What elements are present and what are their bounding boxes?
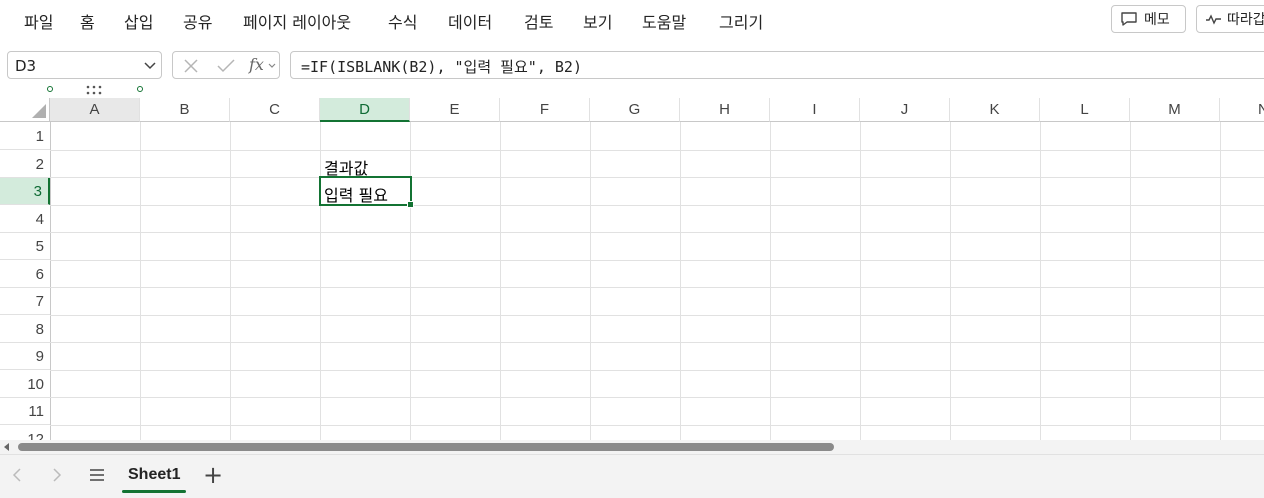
- column-header-b[interactable]: B: [140, 98, 230, 122]
- row-header-6[interactable]: 6: [0, 261, 50, 288]
- menu-draw[interactable]: 그리기: [719, 9, 763, 33]
- name-box[interactable]: D3: [7, 51, 162, 79]
- outline-handle-icon[interactable]: [136, 84, 144, 94]
- menu-review[interactable]: 검토: [524, 9, 553, 33]
- spreadsheet-grid: A B C D E F G H I J K L M N 1 2 3 4 5 6 …: [0, 80, 1264, 440]
- follow-label: 따라갑: [1227, 12, 1264, 28]
- column-header-l[interactable]: L: [1040, 98, 1130, 122]
- menu-page-layout[interactable]: 페이지 레이아웃: [243, 9, 351, 33]
- column-header-g[interactable]: G: [590, 98, 680, 122]
- confirm-icon[interactable]: [217, 58, 235, 74]
- row-header-7[interactable]: 7: [0, 288, 50, 315]
- menu-insert[interactable]: 삽입: [124, 9, 153, 33]
- activity-icon: [1206, 14, 1221, 25]
- select-all-corner[interactable]: [0, 98, 50, 122]
- next-sheet-icon[interactable]: [52, 467, 62, 483]
- active-tab-indicator: [122, 490, 187, 493]
- fill-handle[interactable]: [407, 201, 414, 208]
- row-header-10[interactable]: 10: [0, 371, 50, 398]
- menu-view[interactable]: 보기: [583, 9, 612, 33]
- follow-button[interactable]: 따라갑: [1196, 5, 1264, 33]
- row-header-5[interactable]: 5: [0, 233, 50, 260]
- memo-button[interactable]: 메모: [1111, 5, 1186, 33]
- column-header-k[interactable]: K: [950, 98, 1040, 122]
- scroll-left-icon[interactable]: [3, 443, 11, 451]
- ribbon-menu: 파일 홈 삽입 공유 페이지 레이아웃 수식 데이터 검토 보기 도움말 그리기…: [0, 0, 1264, 40]
- column-header-i[interactable]: I: [770, 98, 860, 122]
- group-handle-icon[interactable]: [46, 84, 54, 96]
- comment-icon: [1121, 12, 1137, 26]
- menu-formulas[interactable]: 수식: [388, 9, 417, 33]
- row-header-3[interactable]: 3: [0, 178, 50, 205]
- cancel-icon[interactable]: [183, 58, 199, 74]
- row-header-4[interactable]: 4: [0, 206, 50, 233]
- memo-label: 메모: [1144, 12, 1170, 28]
- row-header-8[interactable]: 8: [0, 316, 50, 343]
- column-header-c[interactable]: C: [230, 98, 320, 122]
- column-header-d[interactable]: D: [320, 98, 410, 122]
- row-header-9[interactable]: 9: [0, 343, 50, 370]
- name-box-value: D3: [15, 57, 37, 75]
- menu-data[interactable]: 데이터: [448, 9, 492, 33]
- add-sheet-button[interactable]: +: [203, 461, 223, 489]
- row-header-1[interactable]: 1: [0, 123, 50, 150]
- menu-share[interactable]: 공유: [183, 9, 212, 33]
- row-header-11[interactable]: 11: [0, 398, 50, 425]
- column-header-h[interactable]: H: [680, 98, 770, 122]
- row-header-12[interactable]: 12: [0, 426, 50, 440]
- column-header-e[interactable]: E: [410, 98, 500, 122]
- active-cell-border: [319, 176, 412, 206]
- column-header-a[interactable]: A: [50, 98, 140, 122]
- formula-actions: fx: [172, 51, 280, 79]
- menu-file[interactable]: 파일: [24, 9, 53, 33]
- column-header-j[interactable]: J: [860, 98, 950, 122]
- fx-label: fx: [249, 55, 264, 74]
- sheet-tabs-bar: Sheet1 +: [0, 454, 1264, 498]
- insert-function-icon[interactable]: fx: [249, 55, 264, 74]
- row-header-2[interactable]: 2: [0, 151, 50, 178]
- chevron-down-icon[interactable]: [143, 58, 157, 72]
- fx-chevron-down-icon[interactable]: [268, 63, 276, 69]
- menu-home[interactable]: 홈: [80, 9, 95, 33]
- menu-help[interactable]: 도움말: [642, 9, 686, 33]
- column-header-f[interactable]: F: [500, 98, 590, 122]
- sheet-tab-sheet1[interactable]: Sheet1: [122, 463, 187, 493]
- column-header-n[interactable]: N: [1220, 98, 1264, 122]
- formula-input[interactable]: =IF(ISBLANK(B2), "입력 필요", B2): [290, 51, 1264, 79]
- all-sheets-menu-icon[interactable]: [89, 468, 105, 482]
- prev-sheet-icon[interactable]: [12, 467, 22, 483]
- scrollbar-thumb[interactable]: [18, 443, 834, 451]
- horizontal-scrollbar[interactable]: [0, 440, 1264, 454]
- freeze-dots-icon[interactable]: [86, 85, 104, 95]
- sheet-tab-label: Sheet1: [128, 466, 181, 483]
- select-all-triangle-icon: [32, 104, 46, 118]
- column-header-m[interactable]: M: [1130, 98, 1220, 122]
